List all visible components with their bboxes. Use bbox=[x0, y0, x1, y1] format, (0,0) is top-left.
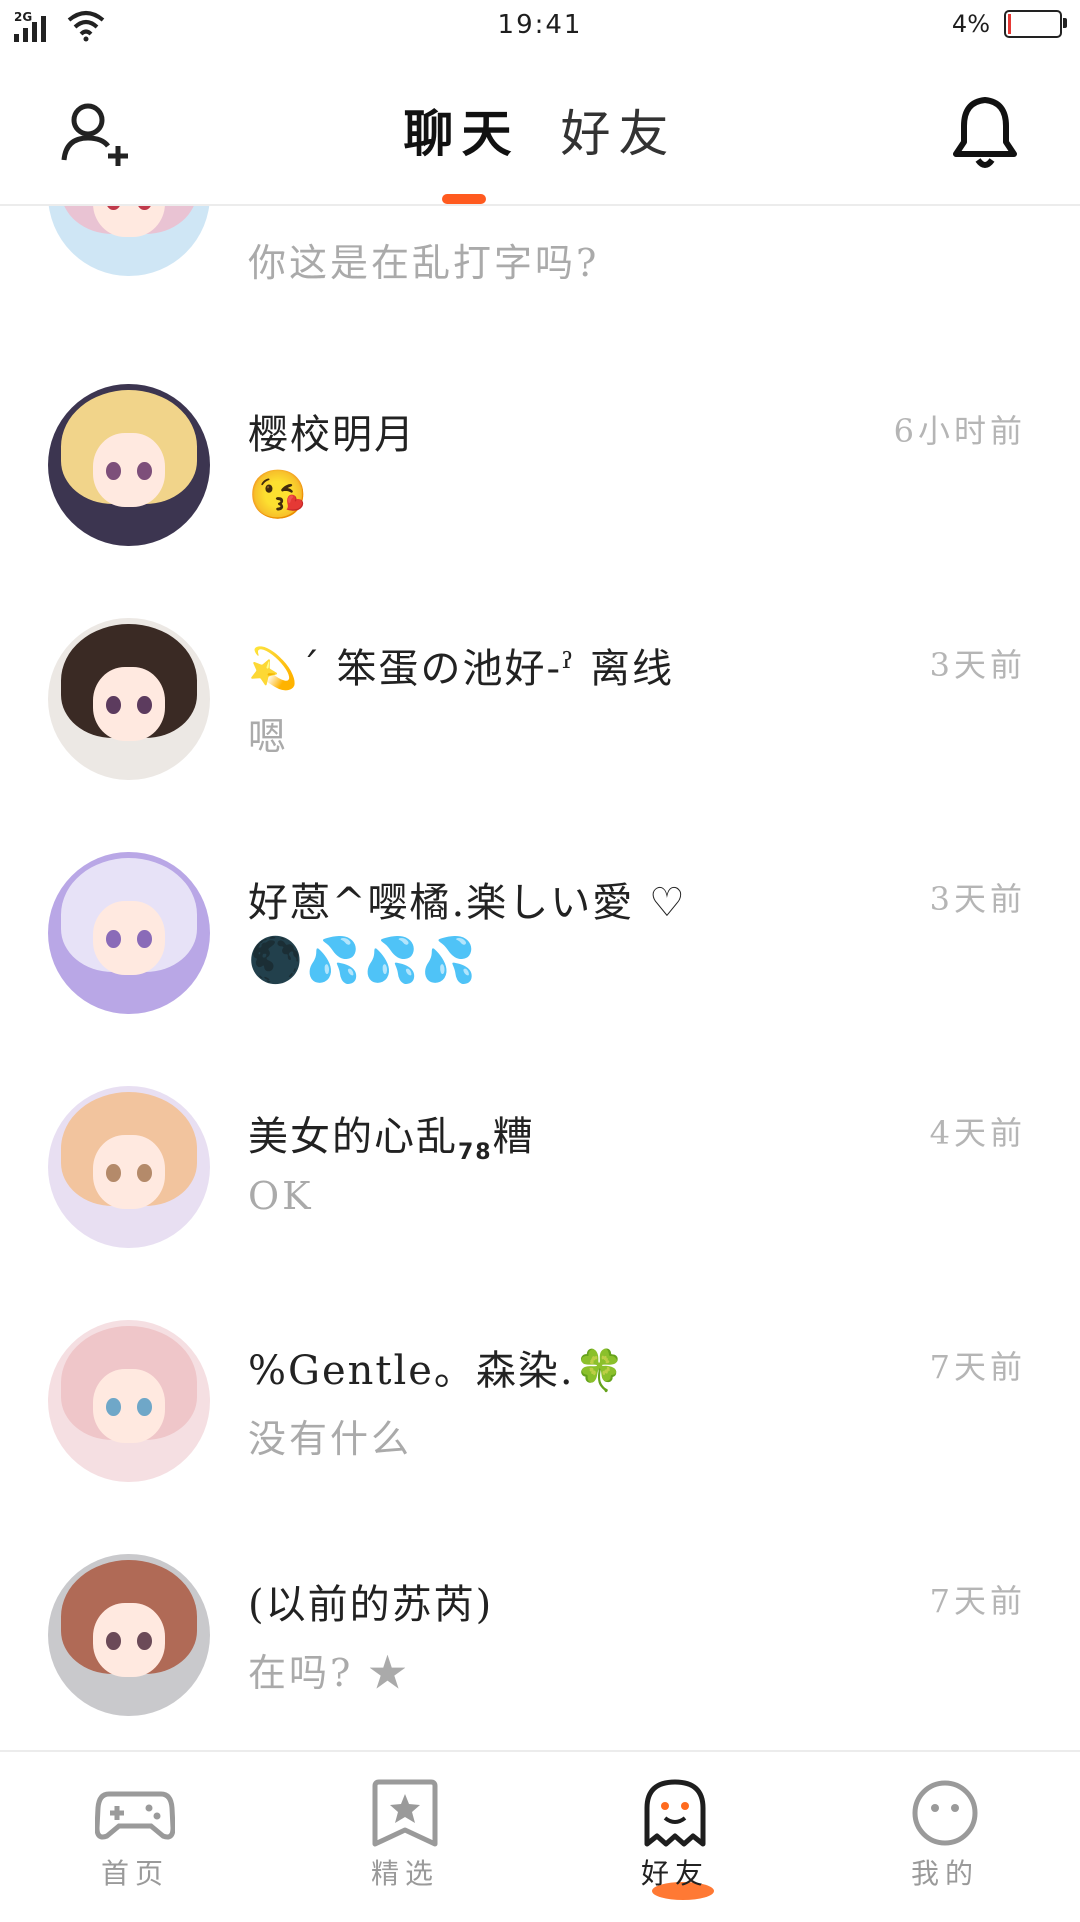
battery-percent: 4% bbox=[951, 10, 990, 38]
active-tab-indicator bbox=[442, 194, 486, 204]
nav-item-me[interactable]: 我的 bbox=[810, 1752, 1080, 1922]
nav-item-friends[interactable]: 好友 bbox=[540, 1752, 810, 1922]
chat-row[interactable]: 好蒽^嘤橘.楽しい愛 ♡ 🌑💦💦💦 3天前 bbox=[0, 852, 1080, 1086]
chat-row[interactable]: 你这是在乱打字吗? bbox=[0, 204, 1080, 338]
chat-time: 6小时前 bbox=[893, 412, 1026, 450]
chat-message: 嗯 bbox=[248, 715, 290, 759]
status-bar: 2G 19:41 4% bbox=[0, 0, 1080, 54]
chat-message: 😘 bbox=[248, 467, 311, 523]
avatar bbox=[48, 1554, 210, 1716]
bell-icon[interactable] bbox=[950, 94, 1020, 172]
bottom-nav: 首页 精选 好友 我的 bbox=[0, 1750, 1080, 1922]
chat-name: 💫ˊ 笨蛋の池好-ˀ 离线 bbox=[248, 646, 674, 692]
status-time: 19:41 bbox=[497, 10, 583, 40]
chat-row[interactable]: %Gentle。森染.🍀 没有什么 7天前 bbox=[0, 1320, 1080, 1554]
nav-label: 精选 bbox=[370, 1857, 439, 1890]
nav-item-featured[interactable]: 精选 bbox=[270, 1752, 540, 1922]
chat-message: 在吗? ★ bbox=[248, 1651, 410, 1695]
nav-item-home[interactable]: 首页 bbox=[0, 1752, 270, 1922]
nav-label: 好友 bbox=[640, 1857, 709, 1890]
ghost-icon bbox=[644, 1779, 706, 1847]
avatar bbox=[48, 618, 210, 780]
face-icon bbox=[912, 1780, 978, 1846]
avatar bbox=[48, 204, 210, 276]
chat-message: 没有什么 bbox=[248, 1417, 413, 1461]
chat-name: %Gentle。森染.🍀 bbox=[248, 1348, 627, 1394]
tab-friends[interactable]: 好友 bbox=[561, 94, 677, 166]
chat-message: 你这是在乱打字吗? bbox=[248, 241, 600, 285]
chat-time: 4天前 bbox=[929, 1114, 1026, 1152]
avatar bbox=[48, 852, 210, 1014]
gamepad-icon bbox=[95, 1791, 175, 1840]
chat-row[interactable]: 💫ˊ 笨蛋の池好-ˀ 离线 嗯 3天前 bbox=[0, 618, 1080, 852]
chat-time: 3天前 bbox=[929, 646, 1026, 684]
nav-label: 我的 bbox=[910, 1857, 979, 1890]
chat-row[interactable]: (以前的苏芮) 在吗? ★ 7天前 bbox=[0, 1554, 1080, 1750]
chat-time: 7天前 bbox=[929, 1582, 1026, 1620]
star-bookmark-icon bbox=[372, 1779, 438, 1847]
chat-name: 好蒽^嘤橘.楽しい愛 ♡ bbox=[248, 880, 687, 926]
chat-row[interactable]: 樱校明月 😘 6小时前 bbox=[0, 384, 1080, 618]
status-right: 4% bbox=[951, 10, 1067, 38]
chat-time: 3天前 bbox=[929, 880, 1026, 918]
header-tabs: 聊天 好友 bbox=[0, 94, 1080, 166]
avatar bbox=[48, 1086, 210, 1248]
avatar bbox=[48, 1320, 210, 1482]
chat-message: 🌑💦💦💦 bbox=[248, 935, 480, 986]
header: 聊天 好友 bbox=[0, 54, 1080, 206]
tab-chat[interactable]: 聊天 bbox=[403, 94, 519, 166]
chat-name: 美女的心乱78糟 bbox=[248, 1114, 535, 1165]
chat-row[interactable]: 美女的心乱78糟 OK 4天前 bbox=[0, 1086, 1080, 1320]
avatar bbox=[48, 384, 210, 546]
chat-list[interactable]: 你这是在乱打字吗? 樱校明月 😘 6小时前 💫ˊ 笨蛋の池好-ˀ 离线 嗯 3天… bbox=[0, 204, 1080, 1750]
nav-label: 首页 bbox=[100, 1857, 169, 1890]
battery-icon bbox=[1004, 10, 1067, 38]
chat-name: (以前的苏芮) bbox=[248, 1582, 494, 1628]
chat-name: 樱校明月 bbox=[248, 412, 416, 458]
chat-time: 7天前 bbox=[929, 1348, 1026, 1386]
chat-message: OK bbox=[248, 1174, 314, 1218]
